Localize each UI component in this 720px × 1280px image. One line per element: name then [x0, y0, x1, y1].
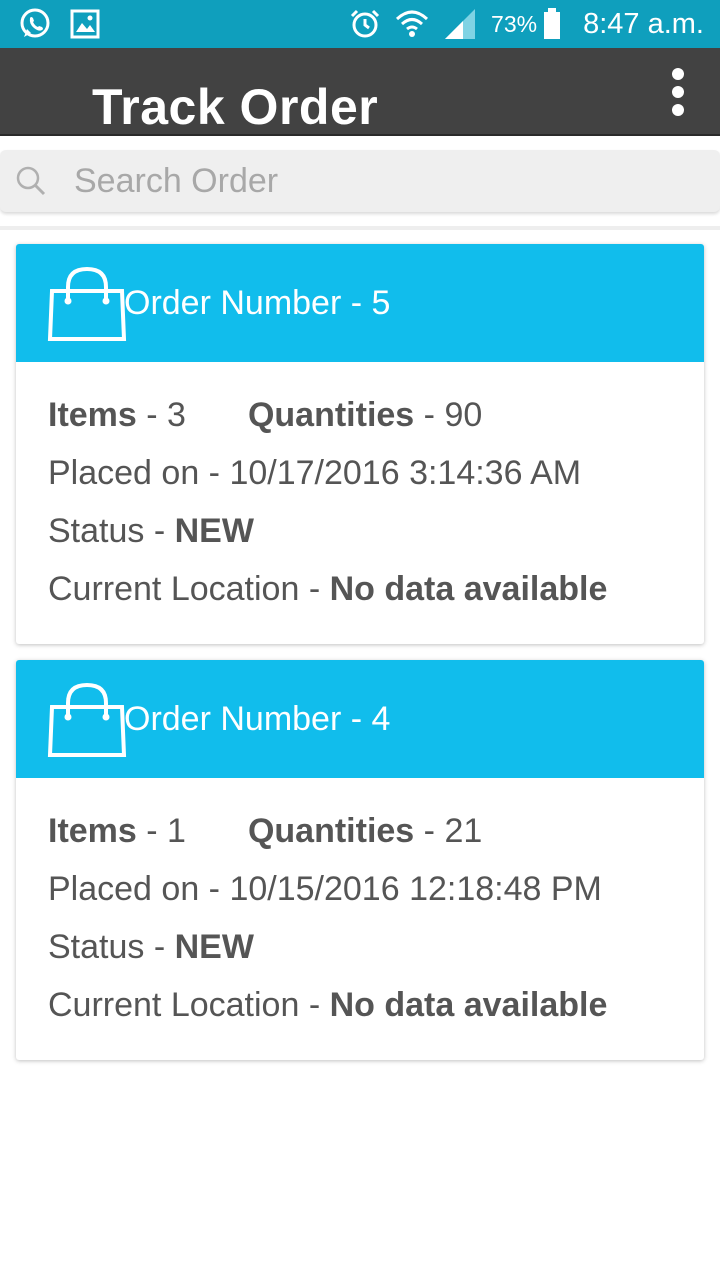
separator: - — [136, 812, 168, 850]
order-number: Order Number - 5 — [124, 283, 391, 322]
separator: - — [414, 396, 445, 434]
order-header: Order Number - 5 — [16, 244, 704, 362]
status-value: NEW — [174, 512, 254, 550]
order-list: Order Number - 5 Items - 3 Quantities - … — [16, 244, 704, 1076]
location-label: Current Location — [48, 570, 300, 608]
more-vertical-icon[interactable] — [666, 68, 690, 116]
whatsapp-icon — [20, 8, 50, 38]
shopping-bag-icon — [47, 266, 127, 341]
menu-dot — [672, 86, 684, 98]
separator: - — [299, 986, 330, 1024]
quantities-count: 90 — [444, 396, 483, 434]
items-row: Items - 3 Quantities - 90 — [48, 386, 672, 444]
quantities-group: Quantities - 90 — [248, 386, 482, 444]
search-icon — [16, 166, 46, 196]
items-group: Items - 3 — [48, 386, 186, 444]
separator: - — [414, 812, 445, 850]
order-header: Order Number - 4 — [16, 660, 704, 778]
menu-dot — [672, 104, 684, 116]
items-label: Items — [48, 396, 137, 434]
separator: - — [144, 928, 175, 966]
status-value: NEW — [174, 928, 254, 966]
battery-icon — [544, 8, 561, 39]
location-value: No data available — [329, 986, 608, 1024]
location-label: Current Location — [48, 986, 300, 1024]
search-input[interactable] — [74, 160, 694, 202]
search-bar — [0, 150, 720, 212]
order-details: Items - 1 Quantities - 21 Placed on - 10… — [16, 778, 704, 1060]
order-details: Items - 3 Quantities - 90 Placed on - 10… — [16, 362, 704, 644]
status-bar-left — [18, 7, 118, 41]
items-group: Items - 1 — [48, 802, 186, 860]
separator: - — [199, 870, 230, 908]
separator: - — [299, 570, 330, 608]
status-row: Status - NEW — [48, 918, 672, 976]
status-bar-right: 73% 8:47 a.m. — [335, 7, 704, 41]
placed-on-row: Placed on - 10/15/2016 12:18:48 PM — [48, 860, 672, 918]
page-title: Track Order — [92, 79, 379, 135]
status-label: Status — [48, 512, 145, 550]
app-bar: Track Order — [0, 48, 720, 136]
shopping-bag-icon — [47, 682, 127, 757]
menu-dot — [672, 68, 684, 80]
items-count: 3 — [167, 396, 186, 434]
items-count: 1 — [167, 812, 186, 850]
location-row: Current Location - No data available — [48, 976, 672, 1034]
location-value: No data available — [329, 570, 608, 608]
quantities-label: Quantities — [247, 396, 415, 434]
status-label: Status — [48, 928, 145, 966]
order-card[interactable]: Order Number - 5 Items - 3 Quantities - … — [16, 244, 704, 644]
divider — [0, 226, 720, 230]
placed-on-value: 10/15/2016 12:18:48 PM — [229, 870, 602, 908]
image-icon — [70, 9, 100, 39]
placed-on-row: Placed on - 10/17/2016 3:14:36 AM — [48, 444, 672, 502]
order-card[interactable]: Order Number - 4 Items - 1 Quantities - … — [16, 660, 704, 1060]
wifi-icon — [396, 10, 429, 37]
battery-percent: 73% — [491, 10, 538, 37]
quantities-label: Quantities — [247, 812, 415, 850]
placed-on-label: Placed on — [48, 454, 200, 492]
items-row: Items - 1 Quantities - 21 — [48, 802, 672, 860]
quantities-group: Quantities - 21 — [248, 802, 482, 860]
placed-on-value: 10/17/2016 3:14:36 AM — [229, 454, 582, 492]
order-number: Order Number - 4 — [124, 699, 391, 738]
alarm-icon — [350, 9, 380, 38]
signal-icon — [445, 9, 476, 39]
location-row: Current Location - No data available — [48, 560, 672, 618]
quantities-count: 21 — [444, 812, 483, 850]
separator: - — [144, 512, 175, 550]
placed-on-label: Placed on — [48, 870, 200, 908]
clock: 8:47 a.m. — [583, 7, 704, 40]
items-label: Items — [48, 812, 137, 850]
separator: - — [199, 454, 230, 492]
status-row: Status - NEW — [48, 502, 672, 560]
status-bar: 73% 8:47 a.m. — [0, 0, 720, 48]
separator: - — [136, 396, 168, 434]
